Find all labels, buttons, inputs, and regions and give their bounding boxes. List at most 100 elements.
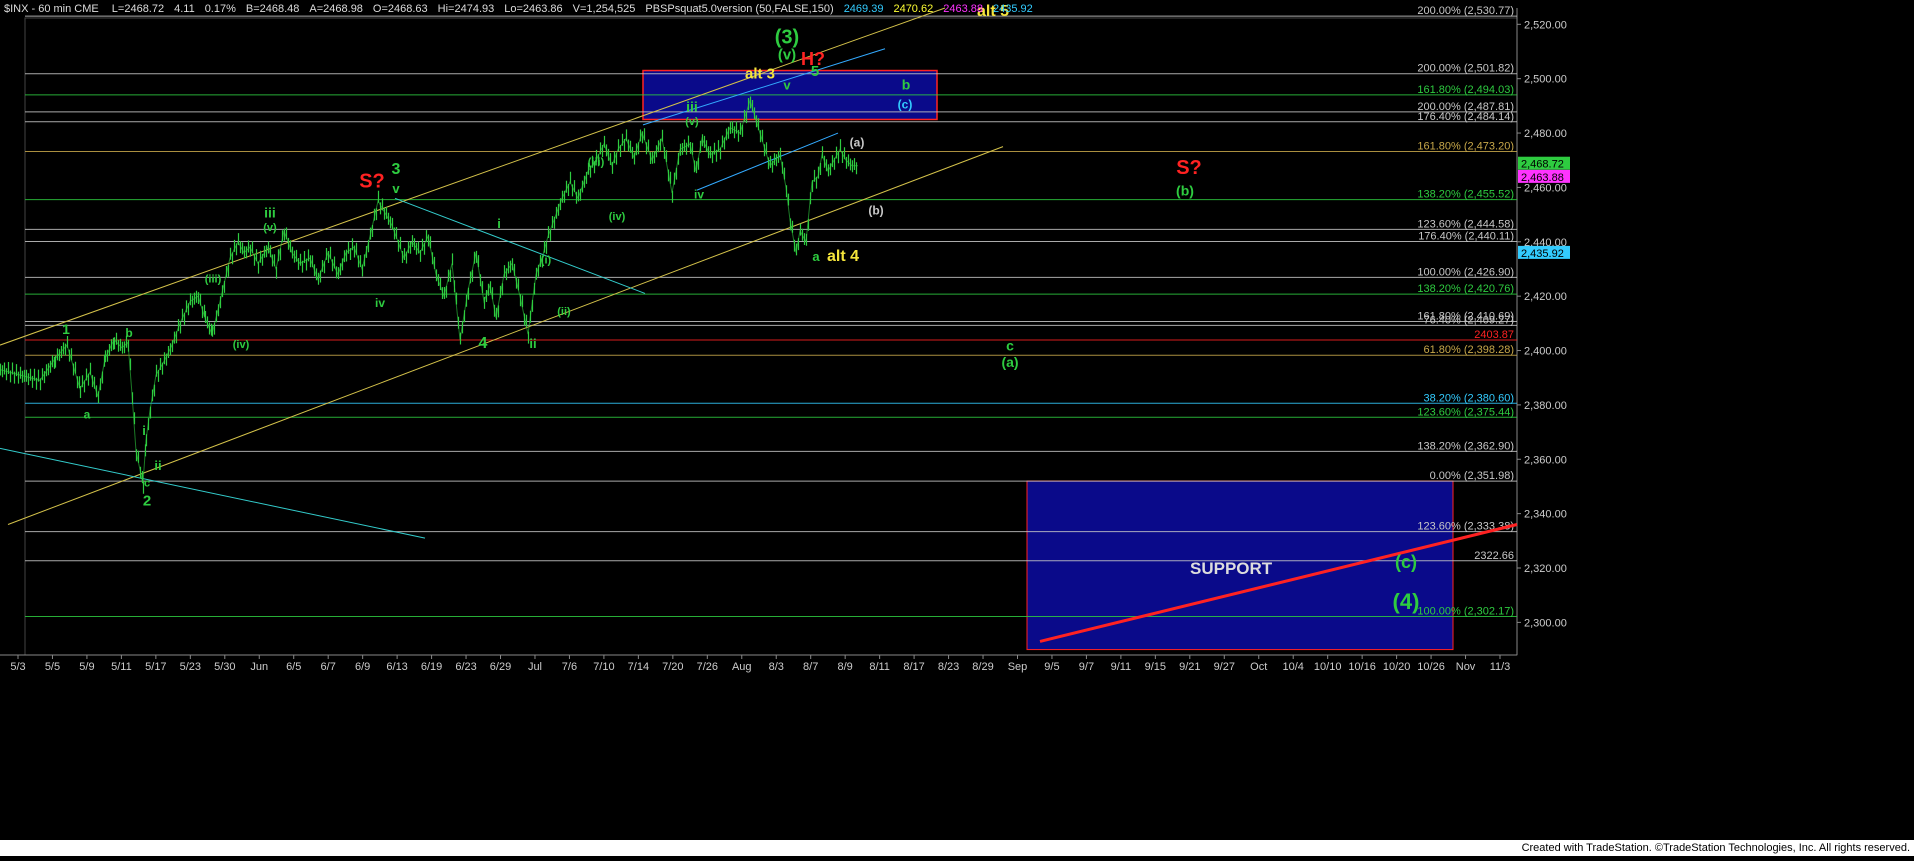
x-tick-label: Aug [732, 661, 752, 673]
wave-label: (c) [1395, 552, 1417, 572]
fib-label: 176.40% (2,440.11) [1418, 230, 1514, 242]
price-chart[interactable]: SUPPORT 200.00% (2,501.82) 161.80% (2,494… [0, 0, 1914, 856]
y-tick-label: 2,420.00 [1524, 291, 1567, 303]
fib-label: 138.20% (2,420.76) [1417, 283, 1514, 295]
price-tag-label: 2,463.88 [1521, 172, 1564, 184]
x-tick-label: 8/9 [838, 661, 853, 673]
wave-label: (v) [685, 116, 699, 128]
x-tick-label: 9/21 [1179, 661, 1200, 673]
fib-label: 2322.66 [1474, 550, 1514, 562]
fib-label: 123.60% (2,333.38) [1417, 521, 1514, 533]
x-tick-label: 5/5 [45, 661, 60, 673]
x-tick-label: 6/19 [421, 661, 442, 673]
header-field: B=2468.48 [246, 3, 300, 15]
wave-label: (iv) [609, 211, 626, 223]
wave-label: v [783, 78, 791, 93]
footer-credit: Created with TradeStation. ©TradeStation… [1521, 842, 1910, 854]
indicator-value: 2463.88 [943, 3, 983, 15]
x-tick-label: 9/11 [1111, 661, 1132, 673]
fib-label: 200.00% (2,501.82) [1417, 63, 1514, 75]
x-tick-label: 8/29 [972, 661, 993, 673]
chart-area[interactable]: SUPPORT 200.00% (2,501.82) 161.80% (2,494… [0, 0, 1914, 856]
x-tick-label: 8/7 [803, 661, 818, 673]
header-field: PBSPsquat5.0version (50,FALSE,150) [645, 3, 833, 15]
indicator-value: 2470.62 [893, 3, 933, 15]
x-tick-label: 8/17 [903, 661, 924, 673]
wave-label: ii [154, 458, 161, 473]
fib-label: 38.20% (2,380.60) [1423, 392, 1514, 404]
x-tick-label: 5/23 [180, 661, 201, 673]
header-field: $INX - 60 min CME [4, 3, 99, 15]
wave-label: (i) [541, 255, 552, 267]
x-tick-label: 6/29 [490, 661, 511, 673]
wave-label: alt 4 [827, 248, 859, 265]
header-field: 0.17% [205, 3, 236, 15]
y-tick-label: 2,460.00 [1524, 182, 1567, 194]
fib-label: 138.20% (2,362.90) [1417, 440, 1514, 452]
wave-label: c [144, 477, 150, 489]
x-tick-label: 9/27 [1214, 661, 1235, 673]
x-tick-label: 10/26 [1417, 661, 1445, 673]
x-tick-label: 10/4 [1282, 661, 1303, 673]
fib-label: 161.80% (2,473.20) [1417, 141, 1514, 153]
x-tick-label: 8/23 [938, 661, 959, 673]
wave-label: iv [375, 296, 385, 310]
support-label: SUPPORT [1190, 559, 1273, 578]
header-field: V=1,254,525 [573, 3, 636, 15]
y-tick-label: 2,520.00 [1524, 19, 1567, 31]
fib-label: 138.20% (2,455.52) [1417, 189, 1514, 201]
wave-label: a [84, 407, 91, 421]
indicator-value: 2469.39 [844, 3, 884, 15]
wave-label: v [392, 181, 400, 196]
wave-label: 2 [143, 492, 151, 509]
wave-label: i [497, 216, 501, 231]
x-tick-label: Nov [1456, 661, 1476, 673]
fib-label: 123.60% (2,375.44) [1417, 406, 1514, 418]
header-field: Hi=2474.93 [438, 3, 495, 15]
fib-label: 76.40% (2,409.27) [1423, 314, 1514, 326]
wave-label: i [142, 423, 146, 438]
x-tick-label: 8/3 [769, 661, 784, 673]
fib-label: 100.00% (2,302.17) [1417, 605, 1514, 617]
x-tick-label: 6/7 [321, 661, 336, 673]
wave-label: alt 3 [745, 66, 775, 83]
fib-label: 61.80% (2,398.28) [1423, 344, 1514, 356]
x-tick-label: 5/3 [10, 661, 25, 673]
wave-label: (ii) [557, 306, 571, 318]
y-tick-label: 2,320.00 [1524, 563, 1567, 575]
wave-label: c [1006, 338, 1014, 354]
x-tick-label: 7/14 [628, 661, 649, 673]
fib-label: 200.00% (2,530.77) [1417, 5, 1514, 17]
x-tick-label: 6/13 [386, 661, 407, 673]
x-tick-label: 5/11 [111, 661, 132, 673]
wave-label: (v) [778, 47, 796, 64]
wave-label: 1 [62, 321, 70, 337]
wave-label: (4) [1393, 589, 1420, 614]
wave-label: a [812, 249, 820, 264]
x-tick-label: Sep [1008, 661, 1028, 673]
wave-label: (iii) [588, 157, 605, 169]
x-tick-label: 5/30 [214, 661, 235, 673]
wave-label: (v) [263, 222, 277, 234]
header-field: 4.11 [174, 3, 195, 15]
wave-label: ii [529, 336, 536, 351]
y-tick-label: 2,380.00 [1524, 400, 1567, 412]
wave-label: (iii) [205, 274, 222, 286]
x-tick-label: Oct [1250, 661, 1267, 673]
wave-label: iii [264, 204, 276, 220]
header-field: A=2468.98 [309, 3, 363, 15]
header-field: O=2468.63 [373, 3, 428, 15]
price-tag-label: 2,468.72 [1521, 159, 1564, 171]
y-tick-label: 2,360.00 [1524, 454, 1567, 466]
x-tick-label: 7/20 [662, 661, 683, 673]
x-tick-label: 5/9 [79, 661, 94, 673]
x-tick-label: 6/23 [455, 661, 476, 673]
x-tick-label: 7/26 [697, 661, 718, 673]
y-tick-label: 2,400.00 [1524, 346, 1567, 358]
x-tick-label: 9/15 [1145, 661, 1166, 673]
x-tick-label: 7/10 [593, 661, 614, 673]
x-tick-label: 9/5 [1044, 661, 1059, 673]
wave-label: (a) [1001, 354, 1018, 370]
wave-label: b [125, 326, 132, 340]
wave-label: 5 [811, 63, 819, 80]
